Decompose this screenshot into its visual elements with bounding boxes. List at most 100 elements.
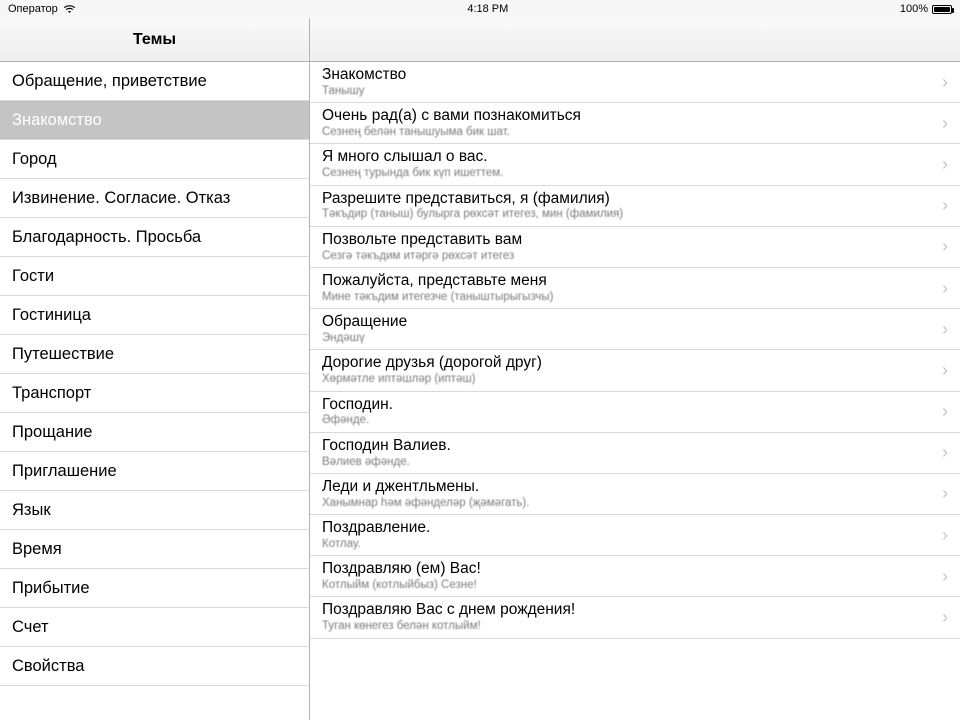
chevron-right-icon: ›: [934, 483, 948, 504]
phrase-item[interactable]: Поздравляю (ем) Вас!Котлыйм (котлыйбыз) …: [310, 556, 960, 597]
topic-label: Прибытие: [12, 579, 90, 598]
phrase-subtitle: Котлау.: [322, 537, 934, 551]
phrase-subtitle: Вәлиев әфәнде.: [322, 455, 934, 469]
chevron-right-icon: ›: [934, 401, 948, 422]
phrase-item[interactable]: Очень рад(а) с вами познакомитьсяСезнең …: [310, 103, 960, 144]
phrase-subtitle: Мине тәкъдим итегезче (таныштырыгызчы): [322, 290, 934, 304]
topic-label: Язык: [12, 501, 51, 520]
topic-item[interactable]: Благодарность. Просьба: [0, 218, 309, 257]
chevron-right-icon: ›: [934, 154, 948, 175]
topic-item[interactable]: Транспорт: [0, 374, 309, 413]
topic-label: Счет: [12, 618, 49, 637]
chevron-right-icon: ›: [934, 525, 948, 546]
phrase-title: Пожалуйста, представьте меня: [322, 272, 934, 290]
topic-item[interactable]: Приглашение: [0, 452, 309, 491]
phrase-item[interactable]: Пожалуйста, представьте меняМине тәкъдим…: [310, 268, 960, 309]
topic-label: Гостиница: [12, 306, 91, 325]
topic-item[interactable]: Извинение. Согласие. Отказ: [0, 179, 309, 218]
phrase-item[interactable]: Леди и джентльмены.Ханымнар һәм әфәнделә…: [310, 474, 960, 515]
phrase-item[interactable]: Поздравление.Котлау.›: [310, 515, 960, 556]
topic-label: Транспорт: [12, 384, 91, 403]
phrase-title: Поздравляю (ем) Вас!: [322, 560, 934, 578]
phrase-text: Господин Валиев.Вәлиев әфәнде.: [322, 437, 934, 469]
chevron-right-icon: ›: [934, 195, 948, 216]
battery-pct-label: 100%: [900, 3, 928, 15]
split-view: Обращение, приветствиеЗнакомствоГородИзв…: [0, 62, 960, 720]
topic-item[interactable]: Время: [0, 530, 309, 569]
topic-item[interactable]: Прибытие: [0, 569, 309, 608]
app-screen: Оператор 4:18 PM 100% Темы Обращение, пр…: [0, 0, 960, 720]
phrase-text: Поздравление.Котлау.: [322, 519, 934, 551]
phrase-title: Позвольте представить вам: [322, 231, 934, 249]
topic-label: Свойства: [12, 657, 84, 676]
phrase-item[interactable]: ЗнакомствоТанышу›: [310, 62, 960, 103]
chevron-right-icon: ›: [934, 236, 948, 257]
phrase-subtitle: Сезнең белән танышуыма бик шат.: [322, 125, 934, 139]
phrase-item[interactable]: Поздравляю Вас с днем рождения!Туган көн…: [310, 597, 960, 638]
chevron-right-icon: ›: [934, 607, 948, 628]
phrase-text: Я много слышал о вас.Сезнең турында бик …: [322, 148, 934, 180]
phrase-title: Очень рад(а) с вами познакомиться: [322, 107, 934, 125]
topic-item[interactable]: Знакомство: [0, 101, 309, 140]
phrase-item[interactable]: Позвольте представить вамСезгә тәкъдим и…: [310, 227, 960, 268]
phrase-title: Дорогие друзья (дорогой друг): [322, 354, 934, 372]
topic-item[interactable]: Язык: [0, 491, 309, 530]
topic-item[interactable]: Свойства: [0, 647, 309, 686]
topic-label: Путешествие: [12, 345, 114, 364]
phrase-text: Господин.Әфәнде.: [322, 396, 934, 428]
phrase-text: ОбращениеЭндәшү: [322, 313, 934, 345]
phrase-title: Разрешите представиться, я (фамилия): [322, 190, 934, 208]
topic-item[interactable]: Обращение, приветствие: [0, 62, 309, 101]
topic-label: Город: [12, 150, 57, 169]
phrase-item[interactable]: Господин.Әфәнде.›: [310, 392, 960, 433]
topic-item[interactable]: Город: [0, 140, 309, 179]
phrase-title: Знакомство: [322, 66, 934, 84]
phrase-text: Пожалуйста, представьте меняМине тәкъдим…: [322, 272, 934, 304]
phrase-item[interactable]: ОбращениеЭндәшү›: [310, 309, 960, 350]
topic-label: Извинение. Согласие. Отказ: [12, 189, 230, 208]
topic-label: Гости: [12, 267, 54, 286]
phrase-list: ЗнакомствоТанышу›Очень рад(а) с вами поз…: [310, 62, 960, 639]
phrase-title: Господин Валиев.: [322, 437, 934, 455]
phrase-item[interactable]: Разрешите представиться, я (фамилия)Тәкъ…: [310, 186, 960, 227]
phrase-text: ЗнакомствоТанышу: [322, 66, 934, 98]
battery-icon: [932, 5, 952, 14]
phrase-item[interactable]: Я много слышал о вас.Сезнең турында бик …: [310, 144, 960, 185]
topic-item[interactable]: Гости: [0, 257, 309, 296]
phrase-subtitle: Котлыйм (котлыйбыз) Сезне!: [322, 578, 934, 592]
chevron-right-icon: ›: [934, 566, 948, 587]
phrase-subtitle: Ханымнар һәм әфәнделәр (җәмәгать).: [322, 496, 934, 510]
topic-list: Обращение, приветствиеЗнакомство Город Изв…: [0, 62, 309, 686]
topic-item[interactable]: Гостиница: [0, 296, 309, 335]
phrase-subtitle: Сезнең турында бик күп ишеттем.: [322, 166, 934, 180]
phrase-title: Господин.: [322, 396, 934, 414]
phrase-item[interactable]: Господин Валиев.Вәлиев әфәнде.›: [310, 433, 960, 474]
topic-item[interactable]: Счет: [0, 608, 309, 647]
topic-item[interactable]: Путешествие: [0, 335, 309, 374]
phrase-title: Леди и джентльмены.: [322, 478, 934, 496]
topic-item[interactable]: Прощание: [0, 413, 309, 452]
nav-right-empty: [310, 18, 960, 61]
phrase-text: Очень рад(а) с вами познакомитьсяСезнең …: [322, 107, 934, 139]
chevron-right-icon: ›: [934, 360, 948, 381]
topic-label: Благодарность. Просьба: [12, 228, 201, 247]
chevron-right-icon: ›: [934, 442, 948, 463]
phrase-title: Поздравление.: [322, 519, 934, 537]
phrase-subtitle: Туган көнегез белән котлыйм!: [322, 619, 934, 633]
nav-bar: Темы: [0, 18, 960, 62]
status-left: Оператор: [8, 3, 76, 15]
phrase-item[interactable]: Дорогие друзья (дорогой друг)Хөрмәтле ип…: [310, 350, 960, 391]
sidebar-title: Темы: [0, 18, 310, 61]
phrase-subtitle: Хөрмәтле иптәшләр (иптәш): [322, 372, 934, 386]
detail-pane[interactable]: ЗнакомствоТанышу›Очень рад(а) с вами поз…: [310, 62, 960, 720]
chevron-right-icon: ›: [934, 113, 948, 134]
phrase-subtitle: Эндәшү: [322, 331, 934, 345]
wifi-icon: [63, 4, 76, 14]
chevron-right-icon: ›: [934, 72, 948, 93]
status-right: 100%: [900, 3, 952, 15]
topic-label: Приглашение: [12, 462, 117, 481]
carrier-label: Оператор: [8, 3, 58, 15]
phrase-title: Поздравляю Вас с днем рождения!: [322, 601, 934, 619]
phrase-subtitle: Танышу: [322, 84, 934, 98]
sidebar[interactable]: Обращение, приветствиеЗнакомство Город Изв…: [0, 62, 310, 720]
